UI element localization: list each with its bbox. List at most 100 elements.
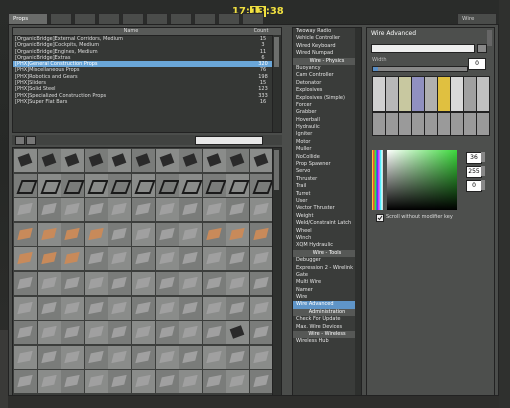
prop-spawn-icon[interactable]: [155, 247, 179, 271]
prop-spawn-icon[interactable]: [84, 321, 108, 345]
prop-spawn-icon[interactable]: [37, 345, 61, 369]
prop-spawn-icon[interactable]: [61, 321, 85, 345]
tool-item[interactable]: Vector Thruster: [293, 205, 361, 212]
prop-spawn-icon[interactable]: [61, 198, 85, 222]
prop-spawn-icon[interactable]: [61, 370, 85, 394]
prop-spawn-icon[interactable]: [250, 272, 273, 295]
prop-spawn-icon[interactable]: [179, 345, 203, 369]
prop-spawn-icon[interactable]: [14, 321, 37, 345]
tool-item[interactable]: Wheel: [293, 228, 361, 235]
prop-spawn-icon[interactable]: [61, 149, 85, 172]
tool-item[interactable]: Muller: [293, 146, 361, 153]
prop-spawn-icon[interactable]: [61, 345, 85, 369]
green-spinner[interactable]: [481, 166, 485, 176]
prop-spawn-icon[interactable]: [132, 370, 155, 394]
prop-spawn-icon[interactable]: [179, 222, 203, 246]
tool-item[interactable]: Max. Wire Devices: [293, 324, 361, 331]
tool-item[interactable]: Wired Numpad: [293, 50, 361, 57]
tool-item[interactable]: Cam Controller: [293, 72, 361, 79]
red-value[interactable]: 36: [466, 152, 482, 164]
grid-view-icon[interactable]: [15, 136, 25, 145]
prop-spawn-icon[interactable]: [250, 149, 273, 172]
tool-item[interactable]: Weight: [293, 213, 361, 220]
prop-spawn-icon[interactable]: [250, 345, 273, 369]
color-picker[interactable]: [387, 150, 457, 210]
prop-spawn-icon[interactable]: [226, 173, 250, 197]
prop-spawn-icon[interactable]: [37, 321, 61, 345]
wire-material-swatch[interactable]: [463, 112, 477, 136]
tool-item[interactable]: Explosives (Simple): [293, 95, 361, 102]
prop-spawn-icon[interactable]: [37, 247, 61, 271]
prop-spawn-icon[interactable]: [132, 321, 155, 345]
prop-spawn-icon[interactable]: [179, 321, 203, 345]
tool-item[interactable]: Igniter: [293, 131, 361, 138]
prop-spawn-icon[interactable]: [250, 247, 273, 271]
prop-spawn-icon[interactable]: [202, 198, 226, 222]
tab-item-2[interactable]: [74, 13, 96, 24]
width-slider[interactable]: [372, 66, 468, 72]
scroll-checkbox[interactable]: [376, 214, 384, 222]
list-item[interactable]: [PHX]Super Flat Bars 16: [13, 99, 281, 105]
prop-spawn-icon[interactable]: [108, 149, 132, 172]
prop-spawn-icon[interactable]: [61, 222, 85, 246]
wire-material-swatch[interactable]: [398, 112, 412, 136]
prop-spawn-icon[interactable]: [202, 222, 226, 246]
prop-spawn-icon[interactable]: [179, 247, 203, 271]
wire-material-swatch[interactable]: [463, 76, 477, 112]
prop-spawn-icon[interactable]: [132, 198, 155, 222]
tool-item[interactable]: Prop Spawner: [293, 161, 361, 168]
prop-spawn-icon[interactable]: [84, 272, 108, 295]
wire-material-swatch[interactable]: [385, 76, 399, 112]
tab-item-3[interactable]: [98, 13, 120, 24]
prop-spawn-icon[interactable]: [84, 222, 108, 246]
wire-material-swatch[interactable]: [411, 76, 425, 112]
tool-item[interactable]: Wired Keyboard: [293, 43, 361, 50]
tab-props[interactable]: Props: [8, 13, 48, 24]
search-input[interactable]: [195, 136, 263, 145]
prop-spawn-icon[interactable]: [37, 149, 61, 172]
green-value[interactable]: 255: [466, 166, 482, 178]
prop-spawn-icon[interactable]: [202, 173, 227, 197]
prop-spawn-icon[interactable]: [14, 198, 37, 222]
prop-spawn-icon[interactable]: [14, 272, 37, 295]
prop-spawn-icon[interactable]: [37, 222, 61, 246]
prop-spawn-icon[interactable]: [155, 198, 179, 222]
grid-scrollbar[interactable]: [272, 148, 281, 395]
tool-item[interactable]: Servo: [293, 168, 361, 175]
wire-material-swatch[interactable]: [476, 76, 490, 112]
prop-spawn-icon[interactable]: [108, 173, 132, 197]
prop-spawn-icon[interactable]: [226, 370, 250, 394]
prop-spawn-icon[interactable]: [132, 345, 155, 369]
tool-item[interactable]: Wire: [293, 294, 361, 301]
tab-wire[interactable]: Wire: [457, 13, 497, 24]
prop-spawn-icon[interactable]: [226, 345, 250, 369]
prop-spawn-icon[interactable]: [226, 198, 250, 222]
prop-spawn-icon[interactable]: [226, 149, 250, 172]
prop-spawn-icon[interactable]: [250, 222, 273, 246]
prop-spawn-icon[interactable]: [61, 272, 85, 295]
wire-material-swatch[interactable]: [437, 112, 451, 136]
prop-spawn-icon[interactable]: [108, 272, 132, 295]
tool-item[interactable]: Forcer: [293, 102, 361, 109]
panel-scrollbar[interactable]: [487, 30, 492, 46]
tool-item[interactable]: Explosives: [293, 87, 361, 94]
tool-item[interactable]: Detonator: [293, 80, 361, 87]
prop-spawn-icon[interactable]: [37, 272, 61, 295]
wire-material-swatch[interactable]: [372, 76, 386, 112]
prop-spawn-icon[interactable]: [179, 272, 203, 295]
prop-spawn-icon[interactable]: [108, 198, 132, 222]
prop-spawn-icon[interactable]: [37, 296, 61, 320]
color-palette[interactable]: [372, 150, 384, 210]
tool-item[interactable]: Vehicle Controller: [293, 35, 361, 42]
prop-spawn-icon[interactable]: [14, 247, 37, 271]
wire-material-swatch[interactable]: [450, 76, 464, 112]
tool-item[interactable]: Weld/Constraint Latch: [293, 220, 361, 227]
prop-spawn-icon[interactable]: [202, 345, 226, 369]
prop-spawn-icon[interactable]: [250, 198, 273, 222]
blue-value[interactable]: 0: [466, 180, 482, 192]
tool-item[interactable]: Turret: [293, 191, 361, 198]
prop-spawn-icon[interactable]: [84, 247, 108, 271]
prop-spawn-icon[interactable]: [226, 247, 250, 271]
prop-spawn-icon[interactable]: [250, 296, 273, 320]
list-view-icon[interactable]: [26, 136, 36, 145]
